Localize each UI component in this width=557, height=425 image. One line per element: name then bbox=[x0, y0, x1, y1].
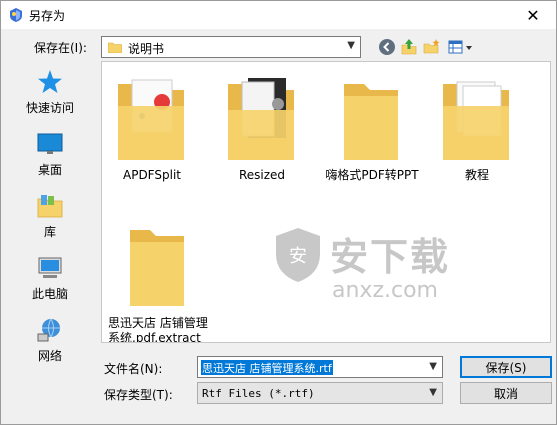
chevron-down-icon: ▼ bbox=[429, 361, 437, 372]
folder-with-photo-icon bbox=[228, 78, 294, 160]
filename-input[interactable]: 思迅天店 店铺管理系统.rtf ▼ bbox=[197, 356, 443, 378]
window-title: 另存为 bbox=[29, 9, 66, 23]
new-folder-icon bbox=[423, 39, 440, 54]
folder-with-docs-icon bbox=[118, 79, 184, 160]
list-item-folder[interactable]: 教程 bbox=[427, 76, 527, 183]
star-icon bbox=[38, 70, 62, 93]
place-network[interactable]: 网络 bbox=[5, 313, 95, 369]
back-icon bbox=[379, 39, 395, 55]
chevron-down-icon: ▼ bbox=[429, 387, 437, 398]
list-item-folder[interactable]: 思迅天店 店铺管理系统.pdf.extract bbox=[108, 222, 218, 343]
place-this-pc[interactable]: 此电脑 bbox=[5, 251, 95, 307]
file-list[interactable]: APDFSplit Resized 嗨格式PDF转PPT 教程 思迅天店 店铺管… bbox=[101, 61, 551, 343]
file-name: 思迅天店 店铺管理系统.pdf.extract bbox=[108, 316, 208, 343]
up-folder-button[interactable] bbox=[399, 37, 419, 57]
library-icon bbox=[37, 195, 63, 218]
folder-icon bbox=[344, 84, 398, 160]
desktop-icon bbox=[37, 133, 63, 154]
filename-label: 文件名(N): bbox=[104, 362, 163, 376]
folder-with-docs-icon bbox=[443, 81, 509, 160]
place-desktop[interactable]: 桌面 bbox=[5, 127, 95, 183]
shield-icon: 安 bbox=[276, 228, 320, 282]
new-folder-button[interactable] bbox=[422, 37, 442, 57]
place-label: 库 bbox=[43, 225, 56, 239]
folder-icon bbox=[108, 42, 122, 53]
save-in-label: 保存在(I): bbox=[34, 41, 87, 55]
list-item-folder[interactable]: Resized bbox=[212, 76, 312, 183]
filetype-value: Rtf Files (*.rtf) bbox=[202, 387, 315, 400]
app-icon bbox=[10, 8, 22, 22]
list-item-folder[interactable]: APDFSplit bbox=[102, 76, 202, 183]
list-item-folder[interactable]: 嗨格式PDF转PPT bbox=[322, 76, 422, 183]
save-in-value: 说明书 bbox=[128, 42, 165, 56]
cancel-button[interactable]: 取消 bbox=[460, 382, 552, 404]
svg-text:安: 安 bbox=[289, 246, 307, 267]
folder-icon bbox=[130, 230, 184, 306]
close-button[interactable]: ✕ bbox=[510, 1, 556, 29]
filename-value: 思迅天店 店铺管理系统.rtf bbox=[201, 360, 333, 375]
watermark-sub: anxz.com bbox=[332, 278, 438, 303]
file-name: APDFSplit bbox=[123, 168, 181, 182]
close-icon: ✕ bbox=[526, 5, 540, 25]
places-bar: 快速访问 桌面 库 此电脑 网络 bbox=[5, 61, 95, 363]
network-icon bbox=[37, 318, 60, 342]
watermark: 安 安下载 anxz.com bbox=[272, 222, 492, 322]
save-button[interactable]: 保存(S) bbox=[460, 356, 552, 378]
chevron-down-icon: ▼ bbox=[347, 40, 355, 51]
up-folder-icon bbox=[401, 39, 417, 55]
computer-icon bbox=[38, 257, 62, 278]
place-label: 此电脑 bbox=[31, 287, 68, 301]
place-quick-access[interactable]: 快速访问 bbox=[5, 65, 95, 121]
file-name: 嗨格式PDF转PPT bbox=[325, 168, 419, 182]
filetype-label: 保存类型(T): bbox=[104, 388, 173, 402]
title-bar: 另存为 ✕ bbox=[1, 1, 556, 29]
watermark-text: 安下载 bbox=[330, 235, 451, 279]
place-label: 快速访问 bbox=[25, 101, 74, 115]
save-as-dialog: 另存为 ✕ 保存在(I): 说明书 ▼ 快速访问 桌面 库 此电脑 网络 APD… bbox=[0, 0, 557, 425]
save-in-combo[interactable]: 说明书 ▼ bbox=[101, 36, 361, 58]
back-button[interactable] bbox=[377, 37, 397, 57]
view-menu-icon bbox=[448, 40, 472, 54]
place-label: 桌面 bbox=[37, 163, 62, 177]
file-name: Resized bbox=[238, 168, 286, 182]
view-menu-button[interactable] bbox=[447, 37, 475, 57]
filetype-select[interactable]: Rtf Files (*.rtf) ▼ bbox=[197, 382, 443, 404]
place-library[interactable]: 库 bbox=[5, 189, 95, 245]
file-name: 教程 bbox=[464, 168, 489, 182]
place-label: 网络 bbox=[37, 349, 62, 363]
